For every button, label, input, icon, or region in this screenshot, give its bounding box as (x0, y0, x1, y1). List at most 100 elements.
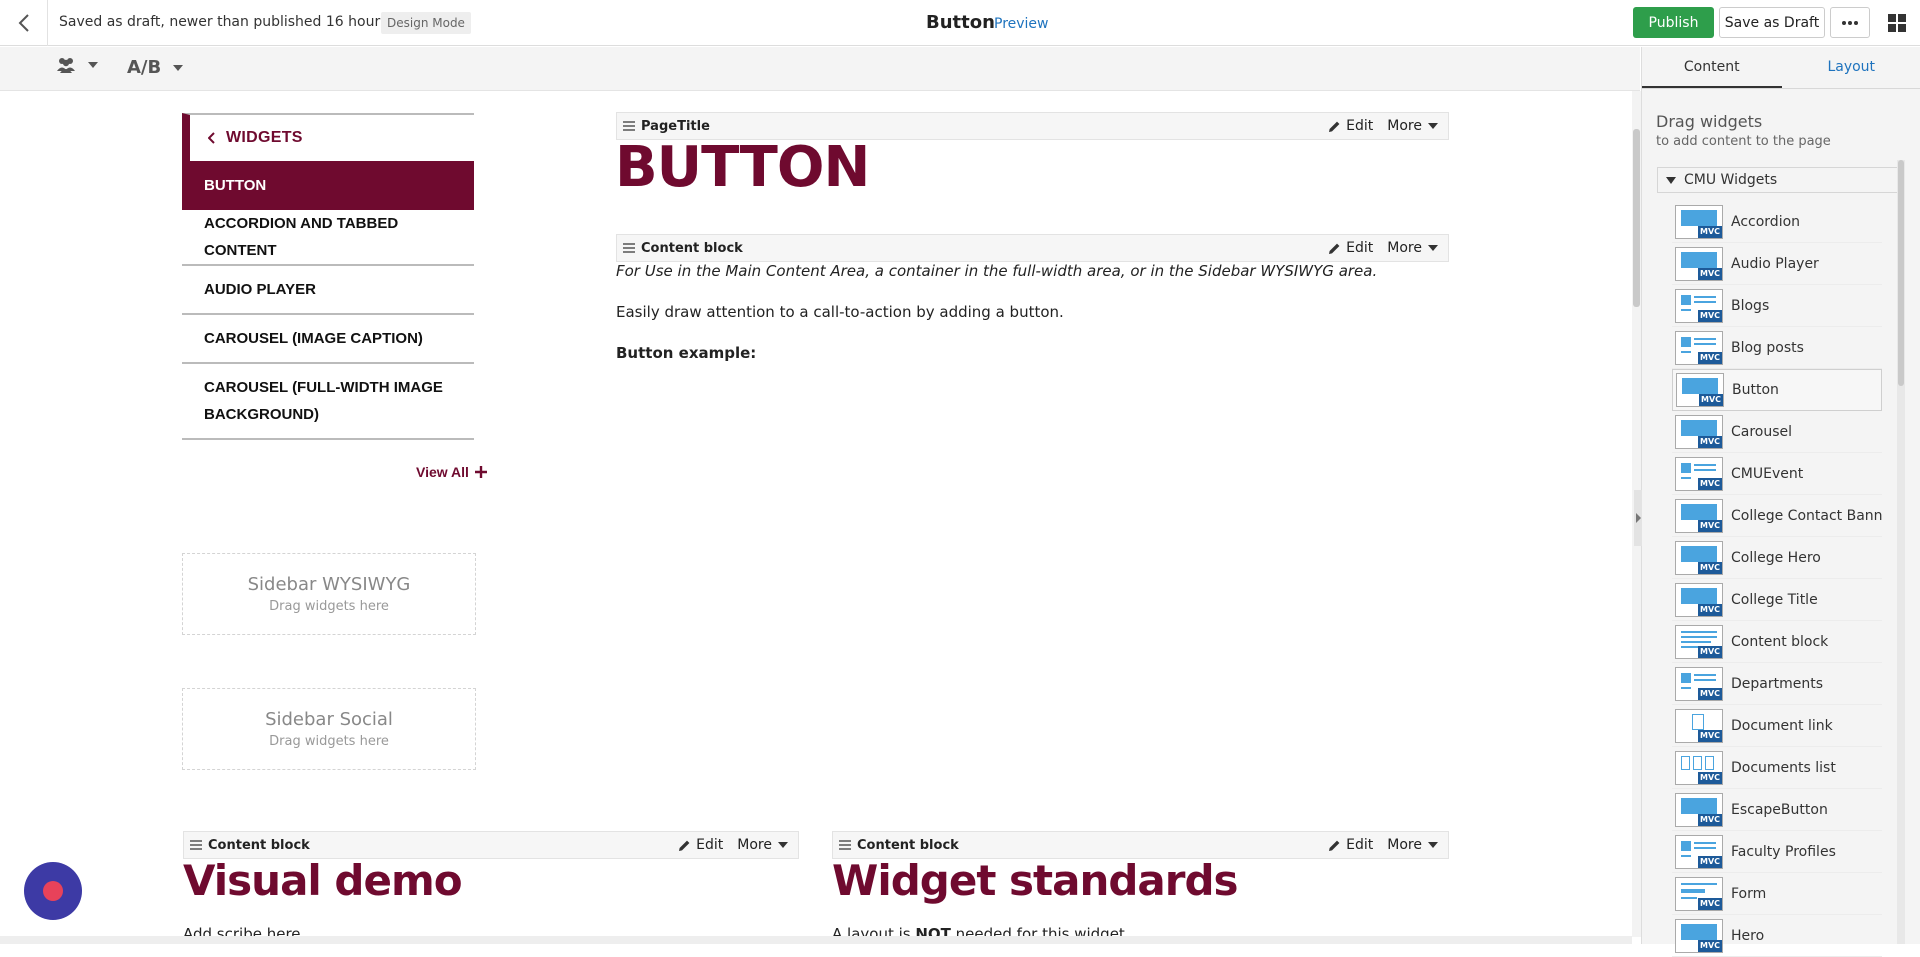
widget-item[interactable]: MVCBlogs (1672, 285, 1882, 327)
widget-item[interactable]: MVCHero (1672, 915, 1882, 957)
nav-item-carousel-caption[interactable]: CAROUSEL (IMAGE CAPTION) (182, 315, 474, 364)
visual-demo-widget-bar[interactable]: Content block Edit More (183, 831, 799, 859)
widget-name: Content block (208, 838, 310, 853)
mvc-widget-icon: MVC (1675, 667, 1723, 701)
mvc-tag: MVC (1698, 226, 1722, 238)
widget-name: PageTitle (641, 119, 710, 134)
widget-item[interactable]: MVCCarousel (1672, 411, 1882, 453)
scrollbar-thumb[interactable] (1898, 160, 1904, 386)
edit-label: Edit (696, 837, 723, 853)
pencil-icon (1328, 120, 1341, 133)
drag-handle-icon[interactable] (623, 121, 635, 131)
edit-widget-button[interactable]: Edit (678, 837, 723, 853)
widget-item[interactable]: MVC Accordion (1672, 201, 1882, 243)
users-icon (56, 57, 76, 73)
grid-icon (1888, 14, 1906, 32)
panel-scrollbar[interactable] (1897, 160, 1905, 944)
pencil-icon (678, 839, 691, 852)
mvc-tag: MVC (1699, 394, 1723, 406)
chevron-left-icon (208, 132, 216, 144)
widget-item[interactable]: MVCForm (1672, 873, 1882, 915)
back-button[interactable] (0, 0, 48, 46)
content-block-widget-bar[interactable]: Content block Edit More (616, 234, 1449, 262)
widget-item-label: Documents list (1731, 760, 1836, 776)
mvc-tag: MVC (1698, 604, 1722, 616)
apps-grid-button[interactable] (1884, 10, 1910, 36)
horizontal-scrollbar[interactable] (0, 936, 1632, 944)
mvc-widget-icon: MVC (1675, 583, 1723, 617)
widget-item-label: EscapeButton (1731, 802, 1828, 818)
mvc-widget-icon: MVC (1675, 247, 1723, 281)
panel-collapse-handle[interactable] (1634, 490, 1642, 546)
drag-handle-icon[interactable] (839, 840, 851, 850)
mvc-widget-icon: MVC (1675, 709, 1723, 743)
mvc-tag: MVC (1698, 772, 1722, 784)
chat-launcher-button[interactable] (24, 862, 82, 920)
edit-widget-button[interactable]: Edit (1328, 118, 1373, 134)
group-label: CMU Widgets (1684, 172, 1777, 188)
content-usage-note: For Use in the Main Content Area, a cont… (616, 262, 1377, 280)
widget-item-label: CMUEvent (1731, 466, 1803, 482)
nav-item-button[interactable]: BUTTON (182, 161, 474, 210)
design-mode-badge: Design Mode (381, 12, 471, 34)
widget-item[interactable]: MVCCMUEvent (1672, 453, 1882, 495)
mvc-widget-icon: MVC (1675, 415, 1723, 449)
page-name: Button (926, 12, 995, 33)
more-label: More (737, 837, 772, 853)
widget-item[interactable]: MVCContent block (1672, 621, 1882, 663)
ab-test-dropdown[interactable]: A/B (127, 57, 183, 78)
more-widget-button[interactable]: More (1387, 837, 1438, 853)
widget-item[interactable]: MVCCollege Contact Bann... (1672, 495, 1882, 537)
nav-item-accordion[interactable]: ACCORDION AND TABBED CONTENT (182, 210, 474, 266)
ab-label: A/B (127, 57, 161, 78)
page-canvas: WIDGETS BUTTON ACCORDION AND TABBED CONT… (0, 91, 1632, 937)
chevron-down-icon (1428, 245, 1438, 251)
edit-widget-button[interactable]: Edit (1328, 837, 1373, 853)
mvc-widget-icon: MVC (1675, 625, 1723, 659)
widget-list: MVC Accordion MVCAudio PlayerMVCBlogsMVCBl… (1672, 201, 1882, 957)
widget-name: Content block (641, 241, 743, 256)
publish-button[interactable]: Publish (1633, 7, 1714, 38)
widget-item[interactable]: MVCBlog posts (1672, 327, 1882, 369)
chevron-down-icon (88, 62, 98, 68)
mvc-tag: MVC (1698, 562, 1722, 574)
preview-link[interactable]: Preview (994, 16, 1049, 32)
mvc-widget-icon: MVC (1675, 541, 1723, 575)
widgets-nav: WIDGETS BUTTON ACCORDION AND TABBED CONT… (182, 113, 474, 440)
view-all-link[interactable]: View All (416, 464, 487, 480)
widget-name: Content block (857, 838, 959, 853)
mvc-tag: MVC (1698, 898, 1722, 910)
tab-layout[interactable]: Layout (1782, 47, 1920, 88)
widget-item-label: Accordion (1731, 214, 1800, 230)
sidebar-social-dropzone[interactable]: Sidebar Social Drag widgets here (182, 688, 476, 770)
persona-dropdown[interactable] (56, 57, 98, 73)
widget-item[interactable]: MVCCollege Title (1672, 579, 1882, 621)
tab-content[interactable]: Content (1642, 47, 1782, 88)
nav-item-carousel-full-width[interactable]: CAROUSEL (FULL-WIDTH IMAGE BACKGROUND) (182, 364, 474, 440)
widget-standards-widget-bar[interactable]: Content block Edit More (832, 831, 1449, 859)
drag-handle-icon[interactable] (190, 840, 202, 850)
widget-item[interactable]: MVC Documents list (1672, 747, 1882, 789)
save-as-draft-button[interactable]: Save as Draft (1719, 7, 1825, 38)
edit-widget-button[interactable]: Edit (1328, 240, 1373, 256)
more-widget-button[interactable]: More (1387, 118, 1438, 134)
nav-back-widgets[interactable]: WIDGETS (182, 113, 474, 161)
widget-item[interactable]: MVCButton (1672, 369, 1882, 411)
ellipsis-icon (1842, 21, 1858, 25)
cmu-widgets-group[interactable]: CMU Widgets (1657, 167, 1899, 193)
widget-item[interactable]: MVCCollege Hero (1672, 537, 1882, 579)
dropzone-hint: Drag widgets here (183, 599, 475, 614)
widget-item[interactable]: MVCDocument link (1672, 705, 1882, 747)
more-actions-button[interactable] (1830, 7, 1870, 38)
sidebar-wysiwyg-dropzone[interactable]: Sidebar WYSIWYG Drag widgets here (182, 553, 476, 635)
widget-item[interactable]: MVCAudio Player (1672, 243, 1882, 285)
widget-item[interactable]: MVCEscapeButton (1672, 789, 1882, 831)
scrollbar-thumb[interactable] (1633, 129, 1640, 307)
widget-item[interactable]: MVCFaculty Profiles (1672, 831, 1882, 873)
nav-item-audio-player[interactable]: AUDIO PLAYER (182, 266, 474, 315)
more-widget-button[interactable]: More (1387, 240, 1438, 256)
more-widget-button[interactable]: More (737, 837, 788, 853)
widget-item[interactable]: MVCDepartments (1672, 663, 1882, 705)
view-all-label: View All (416, 464, 469, 480)
drag-handle-icon[interactable] (623, 243, 635, 253)
